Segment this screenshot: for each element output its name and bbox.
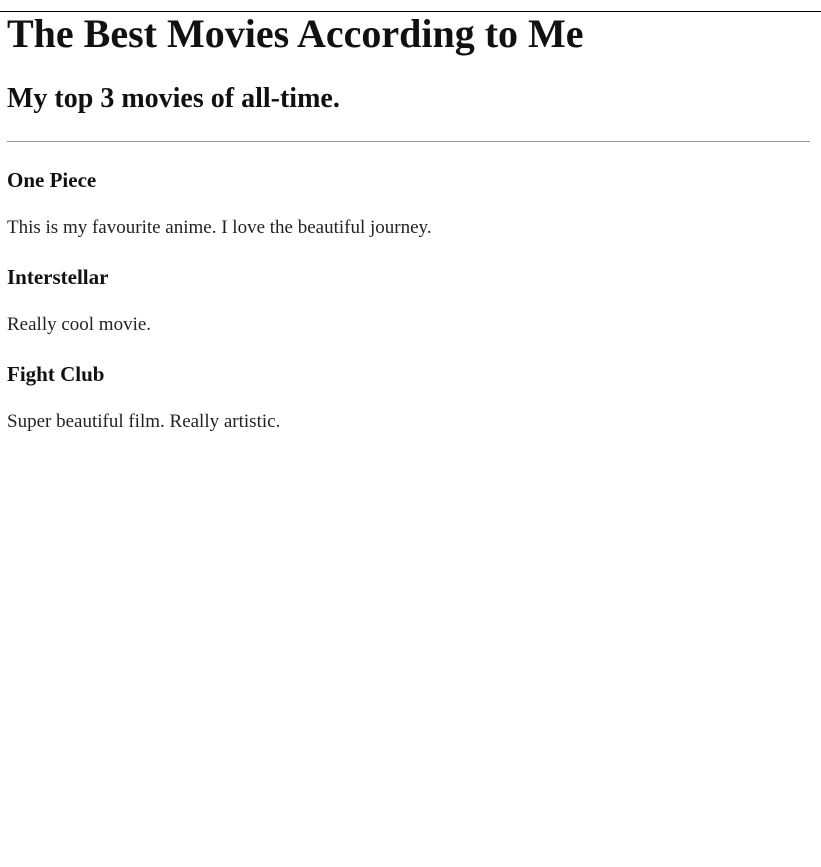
movie-title: Fight Club bbox=[7, 362, 105, 386]
page-title: The Best Movies According to Me bbox=[7, 11, 584, 56]
movie-item-interstellar: Interstellar Really cool movie. bbox=[7, 265, 810, 336]
movie-title: One Piece bbox=[7, 168, 97, 192]
movie-list: One Piece This is my favourite anime. I … bbox=[7, 168, 810, 433]
movie-description: Really cool movie. bbox=[7, 314, 152, 335]
section-divider bbox=[7, 141, 810, 142]
page-subtitle: My top 3 movies of all-time. bbox=[7, 83, 340, 114]
top-border-line bbox=[0, 11, 821, 12]
page-content: The Best Movies According to Me My top 3… bbox=[0, 11, 821, 433]
movie-description: Super beautiful film. Really artistic. bbox=[7, 411, 281, 432]
movie-item-fight-club: Fight Club Super beautiful film. Really … bbox=[7, 362, 810, 433]
movie-description: This is my favourite anime. I love the b… bbox=[7, 217, 432, 238]
movie-item-one-piece: One Piece This is my favourite anime. I … bbox=[7, 168, 810, 239]
movie-title: Interstellar bbox=[7, 265, 109, 289]
